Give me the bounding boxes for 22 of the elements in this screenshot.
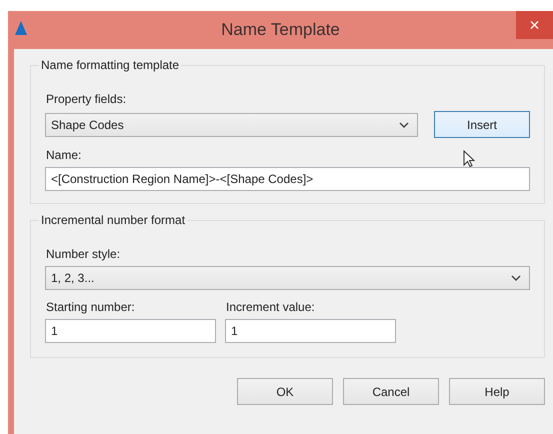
- field-label: Property fields:: [46, 92, 126, 106]
- app-logo-icon: [14, 20, 28, 36]
- mouse-pointer-icon: [463, 150, 475, 168]
- field-label: Starting number:: [46, 300, 135, 314]
- field-label: Name:: [46, 148, 82, 162]
- name-input[interactable]: <[Construction Region Name]>-<[Shape Codes]>: [45, 167, 530, 191]
- dialog-button[interactable]: OK: [237, 378, 333, 405]
- property-dropdown[interactable]: Shape Codes: [45, 112, 418, 136]
- group-legend: Name formatting template: [39, 58, 182, 72]
- dialog-button[interactable]: Cancel: [343, 378, 439, 405]
- increment-value-input[interactable]: 1: [225, 319, 396, 343]
- insert-button[interactable]: Insert: [434, 111, 530, 138]
- starting-number-input[interactable]: 1: [45, 319, 216, 343]
- window-title: Name Template: [221, 20, 340, 40]
- chevron-down-icon: [399, 122, 409, 128]
- chevron-down-icon: [511, 275, 521, 281]
- dialog-button[interactable]: Help: [449, 378, 545, 405]
- group-legend: Incremental number format: [39, 213, 188, 227]
- number-style-dropdown[interactable]: 1, 2, 3...: [45, 266, 530, 290]
- close-button[interactable]: ×: [516, 11, 553, 39]
- field-label: Number style:: [46, 247, 120, 261]
- field-label: Increment value:: [226, 300, 315, 314]
